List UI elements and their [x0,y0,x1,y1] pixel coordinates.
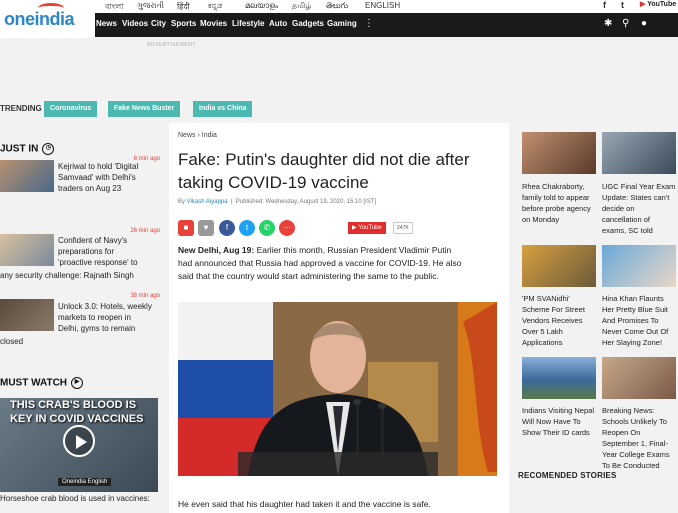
story-headline[interactable]: Breaking News: Schools Unlikely To Reopen … [602,405,678,471]
bell-icon[interactable]: ● [641,18,647,29]
search-icon[interactable]: ⚲ [622,18,629,29]
nav-auto[interactable]: Auto [269,19,287,28]
lang-kannada[interactable]: ಕನ್ನಡ [208,1,222,11]
tag-coronavirus[interactable]: Coronavirus [44,101,98,117]
nav-gadgets[interactable]: Gadgets [292,19,324,28]
twitter-share-icon[interactable]: t [239,220,255,236]
list-item[interactable]: 26 min ago Confident of Navy's preparati… [0,228,160,284]
nav-news[interactable]: News [96,19,117,28]
main-nav: News Videos City Sports Movies Lifestyle… [95,13,678,37]
ad-label: ADVERTISEMENT [147,42,196,48]
news-thumbnail[interactable] [0,299,54,331]
nav-movies[interactable]: Movies [200,19,227,28]
article-body: He even said that his daughter had taken… [178,499,431,509]
lang-malayalam[interactable]: മലയാളം [245,1,278,11]
story-headline[interactable]: Indians Visiting Nepal Will Now Have To Sh… [522,405,600,438]
byline: By Vikash Aiyappa | Published: Wednesday… [178,199,377,205]
lang-english[interactable]: ENGLISH [365,1,400,10]
play-button-icon[interactable] [63,425,95,457]
must-watch-heading: MUST WATCH ▶ [0,377,84,389]
youtube-subscriber-count: 247K [393,222,413,234]
news-thumbnail[interactable] [0,234,54,266]
nav-sports[interactable]: Sports [171,19,196,28]
story-headline[interactable]: Hina Khan Flaunts Her Pretty Blue Suit And… [602,293,678,348]
video-title: THIS CRAB'S BLOOD IS KEY IN COVID VACCIN… [10,399,144,425]
headline-text[interactable]: Confident of Navy's preparations for 'pr… [58,235,138,268]
list-item[interactable]: 38 min ago Unlock 3.0: Hotels, weekly ma… [0,293,160,349]
lang-gujarati[interactable]: ગુજરાતી [137,1,164,11]
site-logo[interactable]: oneindia [4,3,75,30]
nav-city[interactable]: City [151,19,166,28]
puzzle-icon[interactable]: ✱ [604,18,612,29]
lang-tamil[interactable]: தமிழ் [292,1,312,11]
facebook-share-icon[interactable]: f [219,220,235,236]
article-headline: Fake: Putin's daughter did not die after… [178,150,470,192]
nav-gaming[interactable]: Gaming [327,19,357,28]
story-thumbnail[interactable] [602,132,676,174]
logo-arc-icon [38,3,64,13]
nav-videos[interactable]: Videos [122,19,148,28]
language-bar: বাংলা ગુજરાતી हिंदी ಕನ್ನಡ മലയാളം தமிழ் త… [95,0,678,13]
article-lead: New Delhi, Aug 19: Earlier this month, R… [178,245,462,281]
more-menu-icon[interactable]: ⋮ [364,18,374,29]
heart-icon[interactable]: ♥ [198,220,214,236]
tag-india-vs-china[interactable]: India vs China [193,101,253,117]
whatsapp-share-icon[interactable]: ✆ [259,220,275,236]
list-item[interactable]: 8 min ago Kejriwal to hold 'Digital Samv… [0,156,160,196]
more-share-icon[interactable]: ⋯ [279,220,295,236]
story-headline[interactable]: 'PM SVANidhi' Scheme For Street Vendors Re… [522,293,600,348]
breadcrumb-news[interactable]: News [178,132,196,139]
dateline: New Delhi, Aug 19: [178,245,255,255]
video-brand: Oneindia English [58,478,112,486]
story-thumbnail[interactable] [522,132,596,174]
tag-fake-news-buster[interactable]: Fake News Buster [108,101,181,117]
story-thumbnail[interactable] [602,357,676,399]
youtube-subscribe-button[interactable]: ▶ YouTube [348,222,386,234]
lang-hindi[interactable]: हिंदी [177,1,190,12]
comment-icon[interactable]: ■ [178,220,194,236]
clock-icon: ◷ [42,143,55,155]
story-thumbnail[interactable] [522,245,596,287]
top-bar: oneindia বাংলা ગુજરાતી हिंदी ಕನ್ನಡ മലയാള… [0,0,678,38]
story-headline[interactable]: UGC Final Year Exam Update: States can't d… [602,181,678,236]
headline-text[interactable]: Unlock 3.0: Hotels, weekly markets to re… [58,301,152,334]
article-main: News › India Fake: Putin's daughter did … [169,123,509,513]
facebook-icon[interactable]: f [603,0,606,10]
play-circle-icon: ▶ [71,377,84,389]
news-thumbnail[interactable] [0,160,54,192]
video-player[interactable]: THIS CRAB'S BLOOD IS KEY IN COVID VACCIN… [0,398,158,492]
timestamp: 38 min ago [130,293,160,299]
timestamp: 26 min ago [130,228,160,234]
author-link[interactable]: Vikash Aiyappa [187,199,228,205]
video-caption[interactable]: Horseshoe crab blood is used in vaccines… [0,494,150,503]
logo-area[interactable]: oneindia [0,0,95,38]
trending-label: TRENDING [0,104,42,113]
just-in-heading: JUST IN ◷ [0,143,55,155]
recommended-heading: RECOMENDED STORIES [518,471,617,480]
headline-overflow[interactable]: closed [0,336,23,347]
nav-lifestyle[interactable]: Lifestyle [232,19,264,28]
article-image [178,302,497,476]
headline-text[interactable]: Kejriwal to hold 'Digital Samvaad' with … [58,161,138,194]
story-thumbnail[interactable] [522,357,596,399]
headline-overflow[interactable]: any security challenge: Rajnath Singh [0,270,170,281]
youtube-icon[interactable]: ▶ YouTube [640,0,677,8]
story-headline[interactable]: Rhea Chakraborty, family told to appear be… [522,181,600,225]
breadcrumb: News › India [178,132,217,139]
published-date: Published: Wednesday, August 19, 2020, 1… [235,199,377,205]
lang-telugu[interactable]: తెలుగు [326,1,348,12]
story-thumbnail[interactable] [602,245,676,287]
twitter-icon[interactable]: t [621,0,624,10]
breadcrumb-india[interactable]: India [202,132,217,139]
